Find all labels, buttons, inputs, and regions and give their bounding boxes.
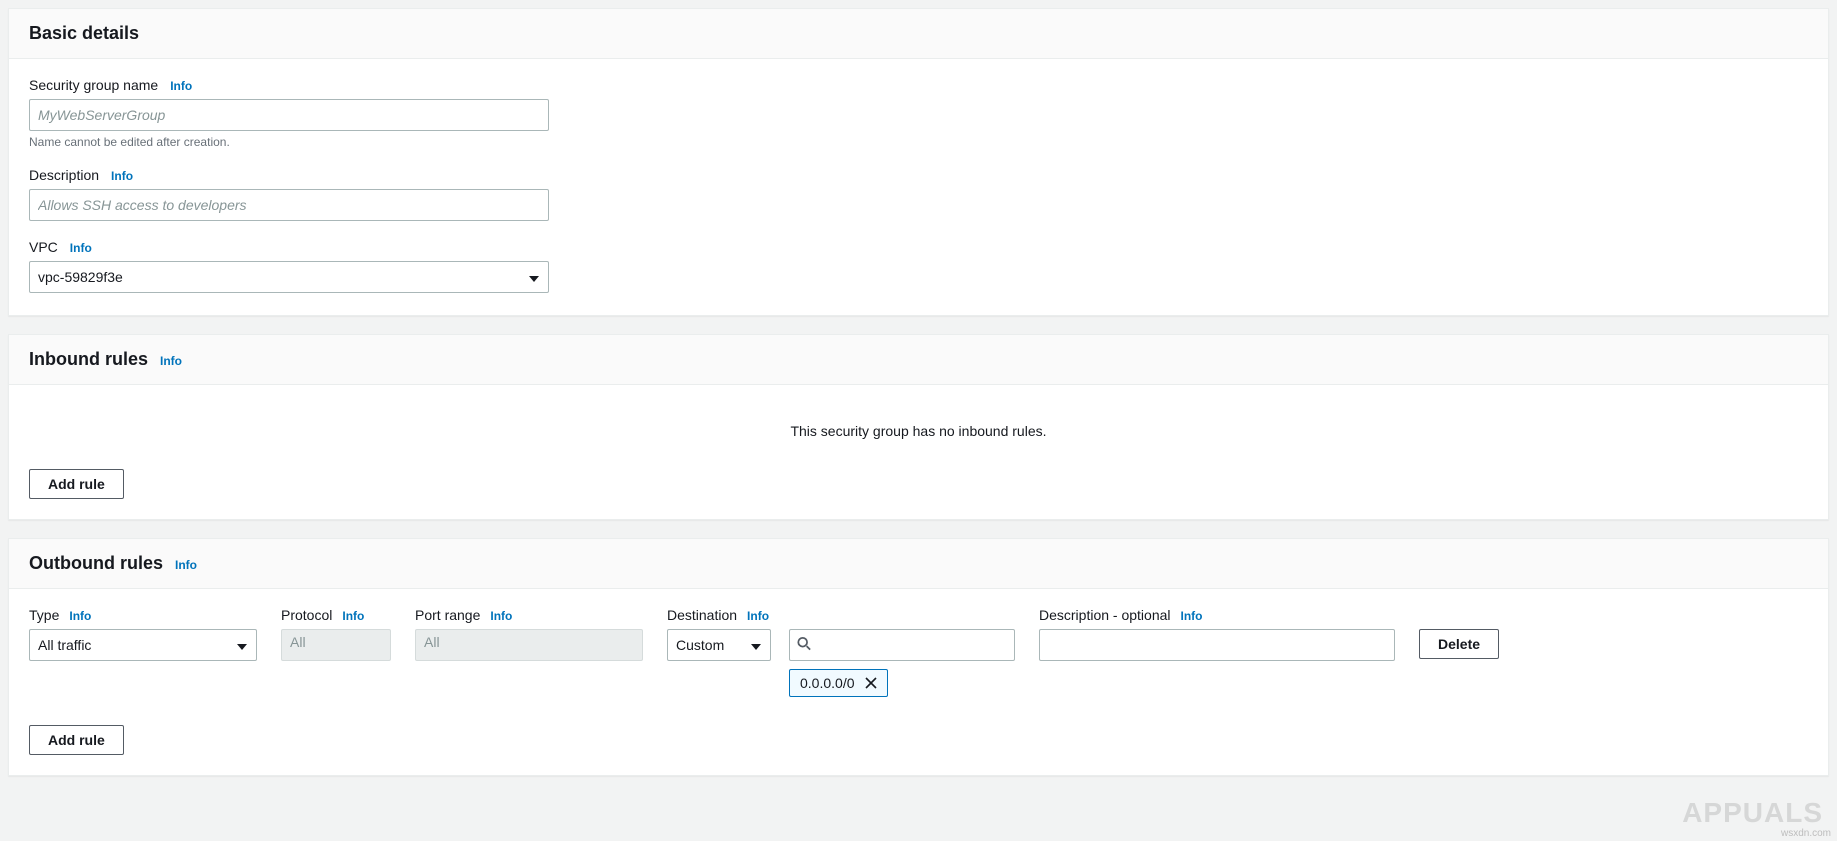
vpc-info-link[interactable]: Info [70,241,92,255]
destination-search-input[interactable] [789,629,1015,661]
destination-info-link[interactable]: Info [747,609,769,623]
type-column-label: Type [29,607,59,623]
basic-details-header: Basic details [9,9,1828,59]
port-range-info-link[interactable]: Info [490,609,512,623]
outbound-rules-header: Outbound rules Info [9,539,1828,589]
description-field: Description Info [29,167,1808,221]
outbound-rules-body: Type Info All traffic Protocol Info All [9,589,1828,775]
outbound-add-rule-button[interactable]: Add rule [29,725,124,755]
inbound-rules-body: This security group has no inbound rules… [9,385,1828,519]
security-group-name-hint: Name cannot be edited after creation. [29,135,1808,149]
destination-mode-value: Custom [676,637,724,653]
outbound-rule-row: Type Info All traffic Protocol Info All [29,607,1808,697]
destination-token: 0.0.0.0/0 [789,669,888,697]
security-group-name-label: Security group name [29,77,158,93]
watermark-logo: APPUALS [1682,797,1823,829]
security-group-name-info-link[interactable]: Info [170,79,192,93]
destination-token-value: 0.0.0.0/0 [800,675,855,691]
basic-details-panel: Basic details Security group name Info N… [8,8,1829,316]
port-range-value: All [415,629,643,661]
port-range-column-label: Port range [415,607,480,623]
site-credit: wsxdn.com [1781,828,1831,839]
search-icon [797,637,811,654]
delete-rule-button[interactable]: Delete [1419,629,1499,659]
inbound-rules-header: Inbound rules Info [9,335,1828,385]
inbound-add-rule-button[interactable]: Add rule [29,469,124,499]
outbound-rules-title: Outbound rules [29,553,163,574]
rule-description-input[interactable] [1039,629,1395,661]
outbound-rules-panel: Outbound rules Info Type Info All traffi… [8,538,1829,776]
security-group-name-input[interactable] [29,99,549,131]
type-select[interactable]: All traffic [29,629,257,661]
basic-details-body: Security group name Info Name cannot be … [9,59,1828,315]
remove-token-button[interactable] [865,677,877,689]
destination-column-label: Destination [667,607,737,623]
description-column-label: Description - optional [1039,607,1171,623]
inbound-empty-message: This security group has no inbound rules… [29,403,1808,469]
vpc-select[interactable]: vpc-59829f3e [29,261,549,293]
protocol-column-label: Protocol [281,607,332,623]
protocol-value: All [281,629,391,661]
type-info-link[interactable]: Info [69,609,91,623]
basic-details-title: Basic details [29,23,139,44]
rule-description-info-link[interactable]: Info [1181,609,1203,623]
inbound-rules-info-link[interactable]: Info [160,354,182,368]
description-input[interactable] [29,189,549,221]
type-select-value: All traffic [38,637,91,653]
inbound-rules-panel: Inbound rules Info This security group h… [8,334,1829,520]
protocol-info-link[interactable]: Info [342,609,364,623]
description-info-link[interactable]: Info [111,169,133,183]
vpc-label: VPC [29,239,58,255]
vpc-select-value: vpc-59829f3e [38,269,123,285]
description-label: Description [29,167,99,183]
vpc-field: VPC Info vpc-59829f3e [29,239,1808,293]
security-group-name-field: Security group name Info Name cannot be … [29,77,1808,149]
outbound-rules-info-link[interactable]: Info [175,558,197,572]
destination-mode-select[interactable]: Custom [667,629,771,661]
inbound-rules-title: Inbound rules [29,349,148,370]
